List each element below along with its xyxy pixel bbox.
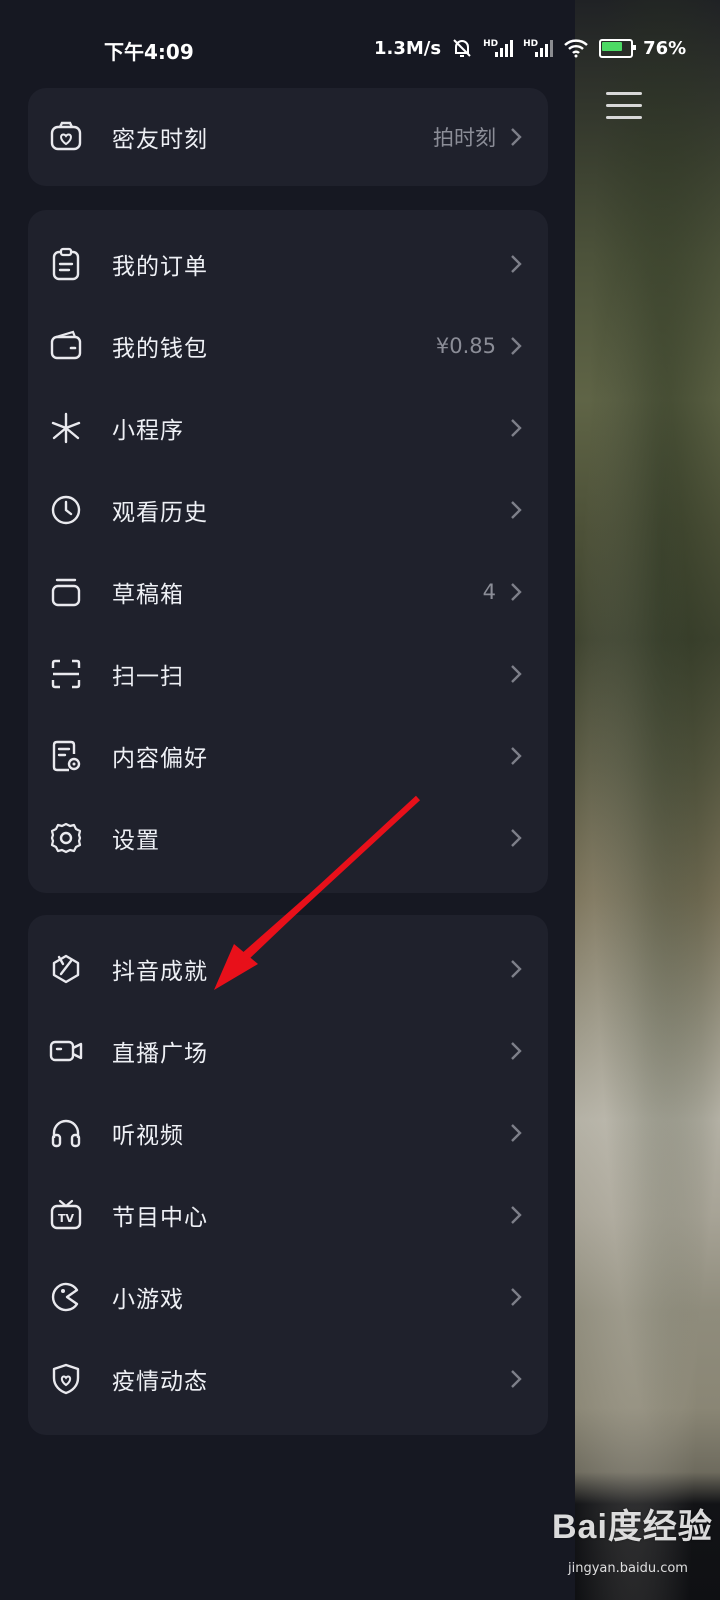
chevron-right-icon <box>511 1370 522 1388</box>
menu-item-drafts[interactable]: 草稿箱 4 <box>28 551 548 633</box>
svg-text:TV: TV <box>58 1212 75 1225</box>
menu-item-label: 设置 <box>112 828 160 854</box>
chevron-right-icon <box>511 583 522 601</box>
wallet-balance: ¥0.85 <box>435 334 496 358</box>
side-drawer: 密友时刻 拍时刻 我的订单 我的钱包 ¥0.85 小程序 观看历史 草稿箱 4 … <box>0 0 575 1600</box>
clipboard-icon <box>48 246 84 282</box>
menu-item-close-friends-moment[interactable]: 密友时刻 拍时刻 <box>28 96 548 178</box>
menu-item-label: 草稿箱 <box>112 582 184 608</box>
chevron-right-icon <box>511 747 522 765</box>
menu-item-epidemic-updates[interactable]: 疫情动态 <box>28 1338 548 1420</box>
menu-item-scan[interactable]: 扫一扫 <box>28 633 548 715</box>
chevron-right-icon <box>511 419 522 437</box>
chevron-right-icon <box>511 829 522 847</box>
status-indicators: 1.3M/s HD HD 76% <box>374 37 686 59</box>
chevron-right-icon <box>511 1288 522 1306</box>
menu-item-wallet[interactable]: 我的钱包 ¥0.85 <box>28 305 548 387</box>
wallet-icon <box>48 328 84 364</box>
hamburger-menu-icon[interactable] <box>606 92 642 119</box>
video-camera-icon <box>48 1033 84 1069</box>
menu-item-label: 小程序 <box>112 418 184 444</box>
chevron-right-icon <box>511 255 522 273</box>
chevron-right-icon <box>511 128 522 146</box>
menu-item-orders[interactable]: 我的订单 <box>28 223 548 305</box>
chevron-right-icon <box>511 960 522 978</box>
asterisk-icon <box>48 410 84 446</box>
bell-muted-icon <box>453 39 471 57</box>
hd-label: HD <box>523 39 539 49</box>
battery-level: 76% <box>643 37 687 59</box>
chevron-right-icon <box>511 337 522 355</box>
menu-item-listen-video[interactable]: 听视频 <box>28 1092 548 1174</box>
card-moments: 密友时刻 拍时刻 <box>28 88 548 186</box>
chevron-right-icon <box>511 665 522 683</box>
menu-item-label: 我的钱包 <box>112 336 208 362</box>
card-tools: 我的订单 我的钱包 ¥0.85 小程序 观看历史 草稿箱 4 扫一扫 内容偏好 … <box>28 210 548 893</box>
camera-heart-icon <box>48 119 84 155</box>
menu-item-label: 观看历史 <box>112 500 208 526</box>
drafts-box-icon <box>48 574 84 610</box>
battery-icon <box>599 38 637 58</box>
status-bar: 下午4:09 1.3M/s HD HD 76% <box>0 0 720 70</box>
watermark-url: jingyan.baidu.com <box>568 1561 688 1576</box>
menu-item-program-center[interactable]: TV 节目中心 <box>28 1174 548 1256</box>
menu-item-label: 我的订单 <box>112 254 208 280</box>
menu-item-live-plaza[interactable]: 直播广场 <box>28 1010 548 1092</box>
game-icon <box>48 1279 84 1315</box>
document-settings-icon <box>48 738 84 774</box>
menu-item-mini-programs[interactable]: 小程序 <box>28 387 548 469</box>
menu-item-achievements[interactable]: 抖音成就 <box>28 928 548 1010</box>
menu-item-watch-history[interactable]: 观看历史 <box>28 469 548 551</box>
hd-label: HD <box>483 39 499 49</box>
chevron-right-icon <box>511 501 522 519</box>
shield-heart-icon <box>48 1361 84 1397</box>
menu-item-label: 疫情动态 <box>112 1369 208 1395</box>
menu-item-mini-games[interactable]: 小游戏 <box>28 1256 548 1338</box>
menu-item-label: 抖音成就 <box>112 959 208 985</box>
menu-item-settings[interactable]: 设置 <box>28 797 548 879</box>
scan-icon <box>48 656 84 692</box>
watermark-brand: Bai度经验 <box>552 1508 713 1546</box>
menu-item-content-preferences[interactable]: 内容偏好 <box>28 715 548 797</box>
status-time: 下午4:09 <box>104 40 194 64</box>
card-entertainment: 抖音成就 直播广场 听视频 TV 节目中心 小游戏 疫情动态 <box>28 915 548 1435</box>
menu-item-label: 节目中心 <box>112 1205 208 1231</box>
headphones-icon <box>48 1115 84 1151</box>
tv-icon: TV <box>48 1197 84 1233</box>
achievement-icon <box>48 951 84 987</box>
network-speed: 1.3M/s <box>374 37 442 59</box>
menu-item-label: 听视频 <box>112 1123 184 1149</box>
clock-icon <box>48 492 84 528</box>
chevron-right-icon <box>511 1124 522 1142</box>
chevron-right-icon <box>511 1042 522 1060</box>
menu-item-label: 直播广场 <box>112 1041 208 1067</box>
wifi-icon <box>564 39 588 58</box>
menu-item-label: 小游戏 <box>112 1287 184 1313</box>
menu-item-label: 密友时刻 <box>112 127 208 153</box>
menu-item-value: 拍时刻 <box>433 126 496 150</box>
gear-icon <box>48 820 84 856</box>
background-video-blur <box>575 0 720 1600</box>
chevron-right-icon <box>511 1206 522 1224</box>
drafts-count: 4 <box>482 580 496 604</box>
menu-item-label: 扫一扫 <box>112 664 184 690</box>
watermark: Bai度经验 jingyan.baidu.com <box>548 1485 718 1595</box>
menu-item-label: 内容偏好 <box>112 746 208 772</box>
